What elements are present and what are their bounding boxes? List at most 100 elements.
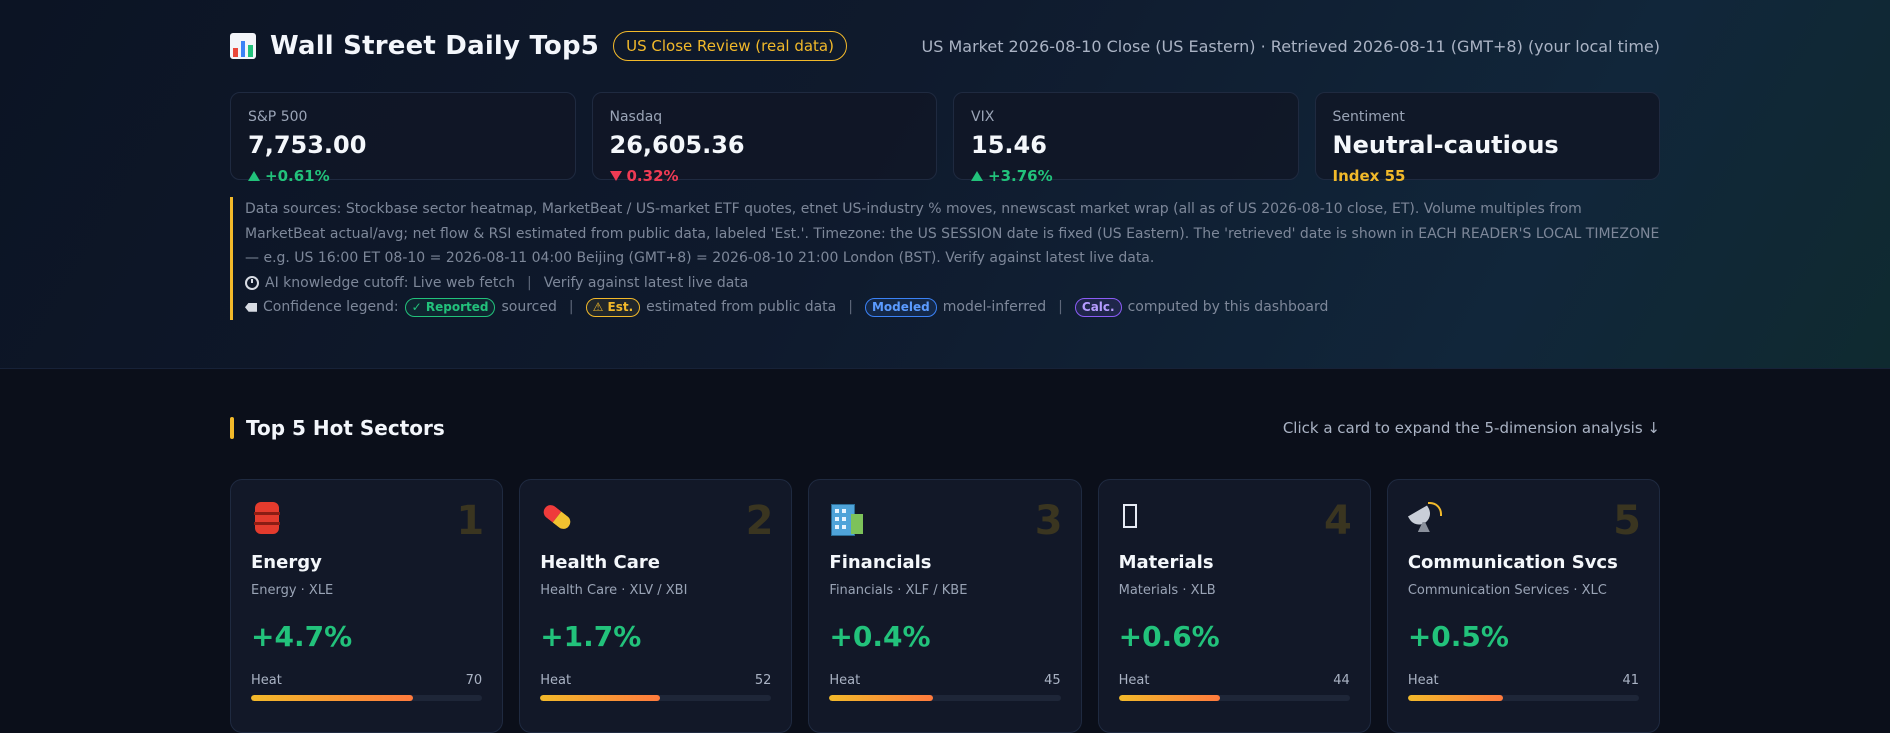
up-arrow-icon — [971, 171, 983, 181]
market-date-meta: US Market 2026-08-10 Close (US Eastern) … — [921, 36, 1660, 56]
heat-value: 70 — [465, 673, 483, 688]
sector-name: Communication Svcs — [1407, 552, 1618, 573]
sector-subtitle: Communication Services · XLC — [1407, 583, 1607, 598]
heat-bar-fill — [829, 695, 934, 701]
expand-hint: Click a card to expand the 5-dimension a… — [1282, 419, 1660, 437]
kpi-change: +3.76% — [971, 167, 1281, 185]
cutoff-line: AI knowledge cutoff: Live web fetch | Ve… — [245, 271, 1660, 296]
mode-badge: US Close Review (real data) — [613, 31, 847, 61]
heat-row: Heat 44 — [1119, 673, 1350, 688]
heat-value: 52 — [754, 673, 772, 688]
header-panel: Wall Street Daily Top5 US Close Review (… — [0, 0, 1890, 369]
heat-row: Heat 70 — [251, 673, 482, 688]
kpi-card-vix: VIX 15.46 +3.76% — [953, 92, 1299, 185]
sector-name: Energy — [251, 552, 322, 573]
sector-card-energy[interactable]: 1 Energy Energy · XLE +4.7% Heat 70 — [230, 479, 504, 733]
sector-rank: 2 — [745, 498, 774, 544]
heat-row: Heat 45 — [829, 673, 1060, 688]
separator: | — [568, 299, 574, 315]
sector-card-materials[interactable]: 4 Materials Materials · XLB +0.6% Heat 4… — [1097, 479, 1371, 733]
legend-label: Confidence legend: — [263, 299, 399, 315]
heat-value: 44 — [1333, 673, 1350, 688]
data-notes: Data sources: Stockbase sector heatmap, … — [230, 197, 1660, 320]
kpi-label: VIX — [971, 109, 995, 125]
heat-bar — [1407, 695, 1640, 701]
sector-card-health-care[interactable]: 2 Health Care Health Care · XLV / XBI +1… — [519, 479, 793, 733]
kpi-card-nasdaq: Nasdaq 26,605.36 0.32% — [591, 92, 937, 185]
sector-subtitle: Materials · XLB — [1118, 583, 1216, 598]
sector-change: +1.7% — [540, 620, 642, 653]
heat-bar — [540, 695, 772, 701]
stopwatch-icon — [245, 275, 259, 290]
kpi-label: S&P 500 — [248, 109, 308, 125]
kpi-label: Sentiment — [1332, 109, 1405, 125]
satellite-dish-icon — [1407, 502, 1442, 534]
kpi-value: 7,753.00 — [248, 131, 367, 159]
verify-text: Verify against latest live data — [543, 274, 749, 291]
kpi-value: Neutral-cautious — [1332, 131, 1559, 159]
kpi-card-sentiment: Sentiment Neutral-cautious Index 55 — [1314, 92, 1660, 185]
kpi-change-value: +0.61% — [265, 167, 330, 185]
legend-text: estimated from public data — [646, 299, 837, 315]
sector-rank: 4 — [1323, 498, 1352, 544]
separator: | — [526, 274, 532, 291]
kpi-value: 26,605.36 — [609, 131, 745, 159]
header-row: Wall Street Daily Top5 US Close Review (… — [230, 0, 1660, 92]
heat-row: Heat 41 — [1408, 673, 1639, 688]
legend-text: model-inferred — [942, 299, 1047, 315]
kpi-card-sp500: S&P 500 7,753.00 +0.61% — [230, 92, 576, 185]
heat-value: 45 — [1044, 673, 1061, 688]
kpi-change-value: 0.32% — [626, 167, 679, 185]
kpi-change: +0.61% — [248, 167, 558, 185]
heat-label: Heat — [1118, 673, 1150, 688]
heat-bar-fill — [251, 695, 413, 701]
badge-reported: ✓ Reported — [404, 297, 496, 317]
separator: | — [848, 299, 853, 315]
heat-label: Heat — [540, 673, 572, 688]
kpi-change: 0.32% — [609, 167, 920, 185]
heat-bar-fill — [1407, 695, 1503, 701]
down-arrow-icon — [609, 171, 622, 181]
pill-icon — [540, 502, 574, 534]
heat-row: Heat 52 — [540, 673, 771, 688]
badge-modeled: Modeled — [864, 297, 937, 317]
data-sources-text: Data sources: Stockbase sector heatmap, … — [245, 201, 1660, 266]
heat-bar-fill — [540, 695, 661, 701]
oil-barrel-icon — [251, 502, 283, 534]
bar-chart-icon — [230, 33, 256, 59]
sector-subtitle: Financials · XLF / KBE — [829, 583, 968, 598]
section-header: Top 5 Hot Sectors Click a card to expand… — [230, 369, 1660, 479]
kpi-row: S&P 500 7,753.00 +0.61% Nasdaq 26,605.36… — [230, 92, 1660, 185]
sector-subtitle: Health Care · XLV / XBI — [540, 583, 688, 598]
sector-cards: 1 Energy Energy · XLE +4.7% Heat 70 2 He… — [230, 479, 1661, 733]
sector-subtitle: Energy · XLE — [251, 583, 334, 598]
heat-bar-fill — [1118, 695, 1221, 701]
sentiment-index: Index 55 — [1332, 167, 1406, 185]
sector-change: +0.4% — [829, 620, 931, 653]
heat-label: Heat — [829, 673, 861, 688]
heat-label: Heat — [1407, 673, 1439, 688]
sector-rank: 5 — [1613, 498, 1642, 544]
confidence-legend: Confidence legend: ✓ Reported sourced | … — [245, 295, 1660, 320]
sector-name: Financials — [829, 552, 932, 573]
sector-card-communication-svcs[interactable]: 5 Communication Svcs Communication Servi… — [1386, 479, 1661, 733]
sector-rank: 1 — [456, 498, 485, 544]
missing-glyph-icon — [1119, 502, 1151, 534]
section-title: Top 5 Hot Sectors — [246, 416, 445, 440]
heat-bar — [1118, 695, 1350, 701]
tag-icon — [245, 302, 257, 312]
office-building-icon — [829, 502, 864, 536]
section-accent-bar — [230, 417, 234, 439]
legend-text: sourced — [501, 299, 557, 315]
sector-rank: 3 — [1034, 498, 1063, 544]
kpi-change-value: +3.76% — [988, 167, 1053, 185]
heat-bar — [829, 695, 1061, 701]
legend-text: computed by this dashboard — [1127, 299, 1329, 315]
sector-name: Health Care — [540, 552, 660, 573]
kpi-value: 15.46 — [971, 131, 1047, 159]
cutoff-text: AI knowledge cutoff: Live web fetch — [265, 274, 515, 291]
badge-estimated: ⚠ Est. — [585, 297, 641, 317]
heat-value: 41 — [1622, 673, 1640, 688]
sector-card-financials[interactable]: 3 Financials Financials · XLF / KBE +0.4… — [808, 479, 1082, 733]
app-title: Wall Street Daily Top5 — [270, 31, 600, 61]
